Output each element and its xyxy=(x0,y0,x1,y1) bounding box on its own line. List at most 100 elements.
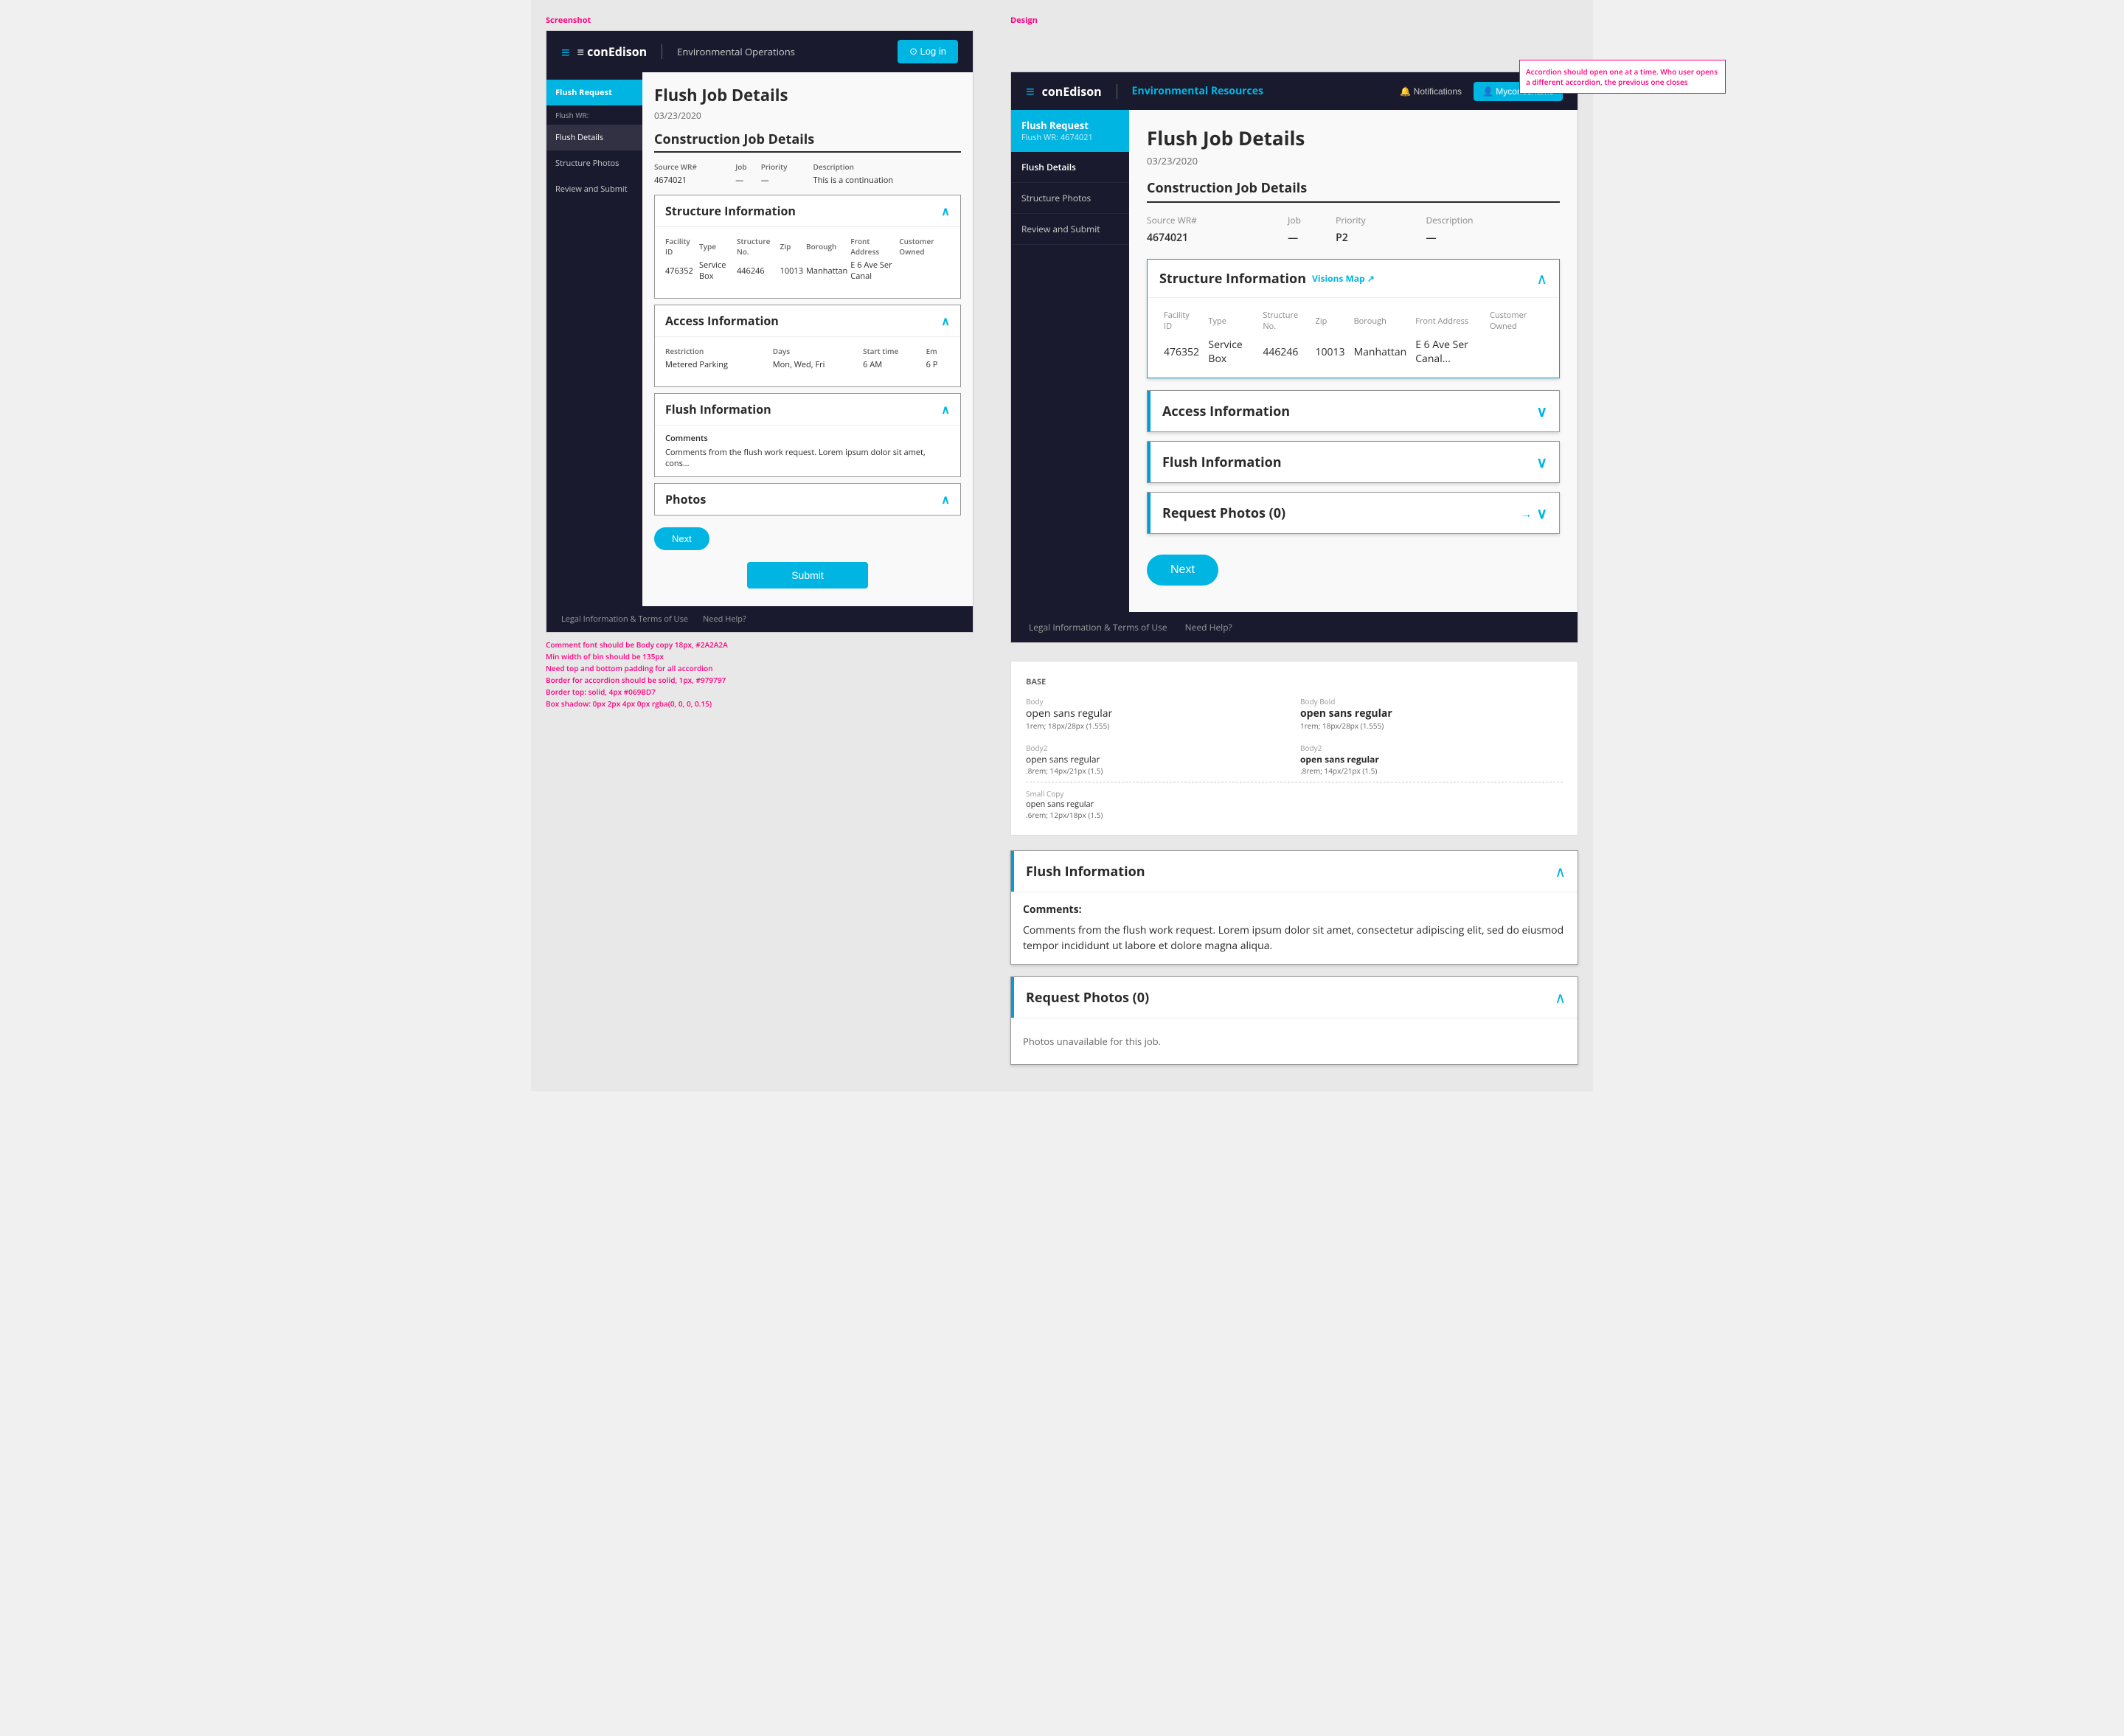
sidebar-item-flush-request[interactable]: Flush Request xyxy=(546,80,642,105)
structure-chevron: ∧ xyxy=(941,203,950,219)
notifications-button[interactable]: 🔔 Notifications xyxy=(1400,86,1462,97)
structure-info-box: Structure Information Visions Map ↗ ∧ Fa xyxy=(1147,259,1560,378)
type-body-bold-label: Body Bold xyxy=(1300,696,1563,706)
photos-header[interactable]: Photos ∧ xyxy=(655,484,960,515)
flush-comments-label: Comments: xyxy=(1023,903,1566,917)
design-col-job: Job xyxy=(1288,212,1336,229)
design-cell-description: — xyxy=(1426,229,1560,247)
col-structure-no: Structure No. xyxy=(1258,307,1311,335)
structure-data-table: Facility ID Type Structure No. Zip Borou… xyxy=(1159,307,1547,369)
cell-structure-no: 446246 xyxy=(1258,335,1311,369)
type-body-bold: Body Bold open sans regular 1rem; 18px/2… xyxy=(1300,696,1563,731)
flush-info-expanded-title: Flush Information xyxy=(1026,863,1145,881)
design-photos-accordion: Request Photos (0) → ∨ xyxy=(1147,492,1560,534)
screenshot-footer: Legal Information & Terms of Use Need He… xyxy=(546,606,973,632)
type-body2-meta: .8rem; 14px/21px (1.5) xyxy=(1026,765,1288,776)
cell-facility-id: 476352 xyxy=(665,258,699,283)
login-button[interactable]: ⊙ Log in xyxy=(898,40,958,63)
type-body2-bold-name: open sans regular xyxy=(1300,753,1563,765)
design-sidebar-header: Flush Request Flush WR: 4674021 xyxy=(1011,110,1129,152)
type-small-copy: Small Copy open sans regular .6rem; 12px… xyxy=(1026,788,1563,820)
col-end: Em xyxy=(926,344,950,358)
flush-info-header[interactable]: Flush Information ∧ xyxy=(655,394,960,425)
screenshot-sidebar: Flush Request Flush WR: Flush Details St… xyxy=(546,72,642,606)
design-flush-title: Flush Information xyxy=(1162,454,1282,471)
type-small-label: Small Copy xyxy=(1026,788,1563,799)
cell-borough: Manhattan xyxy=(806,258,850,283)
design-photos-header[interactable]: Request Photos (0) → ∨ xyxy=(1148,493,1559,533)
cell-type: Service Box xyxy=(1204,335,1258,369)
sidebar-item-flush-details[interactable]: Flush Details xyxy=(1011,152,1129,183)
design-frame: ≡ conEdison Environmental Resources 🔔 No… xyxy=(1010,72,1578,643)
access-info-title: Access Information xyxy=(665,313,779,329)
col-job: Job xyxy=(735,160,760,173)
design-header: ≡ conEdison Environmental Resources 🔔 No… xyxy=(1011,72,1578,110)
structure-accordion-title: Structure Information xyxy=(665,203,796,219)
cell-days: Mon, Wed, Fri xyxy=(773,358,863,372)
sidebar-flush-wr: Flush WR: 4674021 xyxy=(1021,132,1119,143)
sidebar-item-structure-photos[interactable]: Structure Photos xyxy=(546,150,642,176)
col-description: Description xyxy=(813,160,961,173)
type-section-title: BASE xyxy=(1026,676,1563,687)
cell-end: 6 P xyxy=(926,358,950,372)
sidebar-item-review-submit-design[interactable]: Review and Submit xyxy=(1011,214,1129,245)
visions-map-link[interactable]: Visions Map ↗ xyxy=(1312,272,1375,285)
col-customer-owned: Customer Owned xyxy=(899,235,950,258)
structure-title-text: Structure Information xyxy=(1159,270,1306,288)
table-row: 476352 Service Box 446246 10013 Manhatta… xyxy=(665,258,950,283)
sidebar-item-structure-photos-design[interactable]: Structure Photos xyxy=(1011,183,1129,214)
col-restriction: Restriction xyxy=(665,344,773,358)
cell-restriction: Metered Parking xyxy=(665,358,773,372)
design-photos-title: Request Photos (0) xyxy=(1162,504,1285,522)
annotation-min-width: Min width of bin should be 135px xyxy=(546,650,974,662)
logo-text: ≡ conEdison xyxy=(577,44,647,60)
sidebar-item-flush-details[interactable]: Flush Details xyxy=(546,125,642,150)
cell-zip: 10013 xyxy=(1311,335,1350,369)
cell-customer-owned xyxy=(1485,335,1547,369)
design-access-header[interactable]: Access Information ∨ xyxy=(1148,391,1559,431)
structure-box-body: Facility ID Type Structure No. Zip Borou… xyxy=(1148,298,1559,378)
design-footer-help: Need Help? xyxy=(1185,621,1232,633)
design-cell-job: — xyxy=(1288,229,1336,247)
col-zip: Zip xyxy=(780,235,806,258)
structure-box-title: Structure Information Visions Map ↗ xyxy=(1159,270,1375,288)
sidebar-item-flush-wr: Flush WR: xyxy=(546,105,642,125)
photos-expanded-section: Request Photos (0) ∧ Photos unavailable … xyxy=(1010,976,1578,1065)
col-structure-no: Structure No. xyxy=(737,235,780,258)
access-info-header[interactable]: Access Information ∧ xyxy=(655,305,960,336)
col-type: Type xyxy=(1204,307,1258,335)
bottom-expanded-sections: BASE Body open sans regular 1rem; 18px/2… xyxy=(1010,661,1578,1065)
app-subtitle: Environmental Operations xyxy=(677,45,795,58)
section-construction-title: Construction Job Details xyxy=(654,131,961,153)
cell-structure-no: 446246 xyxy=(737,258,780,283)
flush-info-expanded-header[interactable]: Flush Information ∧ xyxy=(1011,851,1578,892)
typography-section: BASE Body open sans regular 1rem; 18px/2… xyxy=(1010,661,1578,836)
col-customer-owned: Customer Owned xyxy=(1485,307,1547,335)
col-facility: Facility ID xyxy=(1159,307,1204,335)
structure-box-header[interactable]: Structure Information Visions Map ↗ ∧ xyxy=(1148,260,1559,298)
design-section-construction: Construction Job Details xyxy=(1147,179,1560,203)
structure-accordion-body: Facility ID Type Structure No. Zip Borou… xyxy=(655,226,960,298)
type-body: Body open sans regular 1rem; 18px/28px (… xyxy=(1026,696,1288,731)
design-logo-group: ≡ conEdison Environmental Resources xyxy=(1026,81,1263,101)
design-next-button[interactable]: Next xyxy=(1147,555,1218,586)
annotation-padding: Need top and bottom padding for all acco… xyxy=(546,662,974,674)
col-start-time: Start time xyxy=(863,344,926,358)
col-address: Front Address xyxy=(850,235,899,258)
cell-facility-id: 476352 xyxy=(1159,335,1204,369)
col-days: Days xyxy=(773,344,863,358)
photos-unavailable-text: Photos unavailable for this job. xyxy=(1023,1029,1566,1054)
comments-text: Comments from the flush work request. Lo… xyxy=(665,447,950,469)
flush-comments-text: Comments from the flush work request. Lo… xyxy=(1023,923,1566,954)
design-flush-header[interactable]: Flush Information ∨ xyxy=(1148,442,1559,482)
next-button[interactable]: Next xyxy=(654,527,709,550)
submit-button[interactable]: Submit xyxy=(747,562,868,588)
sidebar-item-review-submit[interactable]: Review and Submit xyxy=(546,176,642,202)
cell-start: 6 AM xyxy=(863,358,926,372)
photos-expanded-header[interactable]: Request Photos (0) ∧ xyxy=(1011,977,1578,1018)
structure-accordion-header[interactable]: Structure Information ∧ xyxy=(655,195,960,226)
comments-label: Comments xyxy=(665,433,950,444)
design-footer: Legal Information & Terms of Use Need He… xyxy=(1011,612,1578,642)
type-small-name: open sans regular xyxy=(1026,799,1563,810)
photos-expanded-body: Photos unavailable for this job. xyxy=(1011,1018,1578,1064)
